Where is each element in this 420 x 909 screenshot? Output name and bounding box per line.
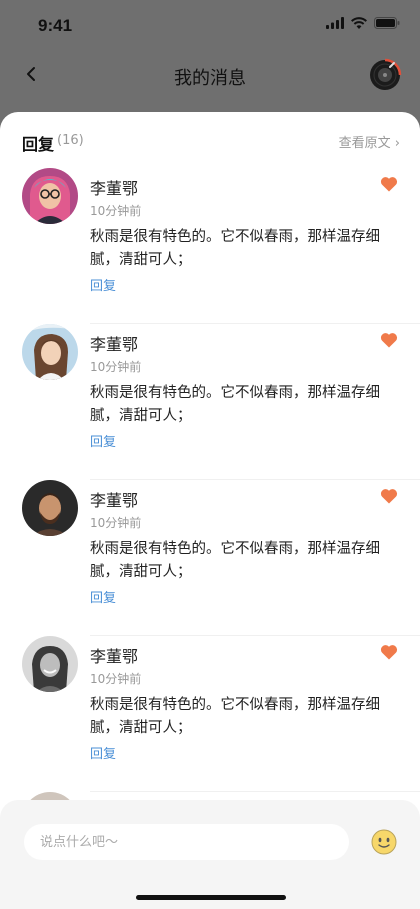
author-name: 李董鄂 [90, 491, 139, 510]
reply-content: 秋雨是很有特色的。它不似春雨，那样温存细腻，清甜可人； [90, 697, 380, 736]
avatar[interactable] [22, 480, 78, 536]
avatar[interactable] [22, 636, 78, 692]
comment-input[interactable] [24, 824, 349, 860]
reply-item: 李董鄂 10分钟前 秋雨是很有特色的。它不似春雨，那样温存细腻，清甜可人； 回复 [0, 324, 420, 480]
author-name: 李董鄂 [90, 335, 139, 354]
status-bar: 9:41 [0, 0, 420, 52]
avatar[interactable] [22, 168, 78, 224]
sheet-header: 回复 (16) 查看原文 › [0, 112, 420, 168]
reply-item: 李董鄂 10分钟前 秋雨是很有特色的。它不似春雨，那样温存细腻，清甜可人； 回复 [0, 168, 420, 324]
author-name: 李董鄂 [90, 179, 139, 198]
status-time: 9:41 [38, 16, 73, 35]
heart-icon [380, 645, 398, 664]
like-button[interactable] [380, 176, 398, 192]
wifi-icon [351, 17, 367, 29]
heart-icon [380, 489, 398, 508]
reply-time: 10分钟前 [90, 516, 142, 530]
like-button[interactable] [380, 332, 398, 348]
reply-time: 10分钟前 [90, 672, 142, 686]
smiley-face-icon [371, 829, 397, 859]
home-indicator[interactable] [136, 895, 286, 900]
heart-icon [380, 177, 398, 196]
comment-bar [0, 800, 420, 909]
reply-button[interactable]: 回复 [90, 587, 116, 606]
like-button[interactable] [380, 488, 398, 504]
reply-time: 10分钟前 [90, 204, 142, 218]
heart-icon [380, 333, 398, 352]
page-title: 我的消息 [174, 68, 246, 89]
music-player-button[interactable] [368, 58, 402, 92]
reply-button[interactable]: 回复 [90, 431, 116, 450]
vinyl-record-icon [368, 58, 402, 96]
view-original-link[interactable]: 查看原文 › [339, 132, 400, 151]
author-name: 李董鄂 [90, 647, 139, 666]
emoji-button[interactable] [371, 829, 397, 855]
reply-item: 李董鄂 10分钟前 秋雨是很有特色的。它不似春雨，那样温存细腻，清甜可人； 回复 [0, 480, 420, 636]
reply-content: 秋雨是很有特色的。它不似春雨，那样温存细腻，清甜可人； [90, 229, 380, 268]
reply-content: 秋雨是很有特色的。它不似春雨，那样温存细腻，清甜可人； [90, 541, 380, 580]
page-header: 我的消息 [0, 52, 420, 100]
battery-icon [374, 17, 400, 29]
section-title: 回复 [22, 135, 55, 154]
status-icons [326, 17, 400, 29]
signal-icon [326, 17, 344, 29]
reply-time: 10分钟前 [90, 360, 142, 374]
reply-list: 李董鄂 10分钟前 秋雨是很有特色的。它不似春雨，那样温存细腻，清甜可人； 回复 [0, 168, 420, 909]
reply-item: 李董鄂 10分钟前 秋雨是很有特色的。它不似春雨，那样温存细腻，清甜可人； 回复 [0, 636, 420, 792]
reply-button[interactable]: 回复 [90, 743, 116, 762]
reply-content: 秋雨是很有特色的。它不似春雨，那样温存细腻，清甜可人； [90, 385, 380, 424]
replies-sheet: 回复 (16) 查看原文 › 李董鄂 10分钟前 秋雨是很有特色的。它不似春雨，… [0, 112, 420, 909]
reply-count: (16) [57, 133, 84, 148]
reply-button[interactable]: 回复 [90, 275, 116, 294]
avatar[interactable] [22, 324, 78, 380]
like-button[interactable] [380, 644, 398, 660]
